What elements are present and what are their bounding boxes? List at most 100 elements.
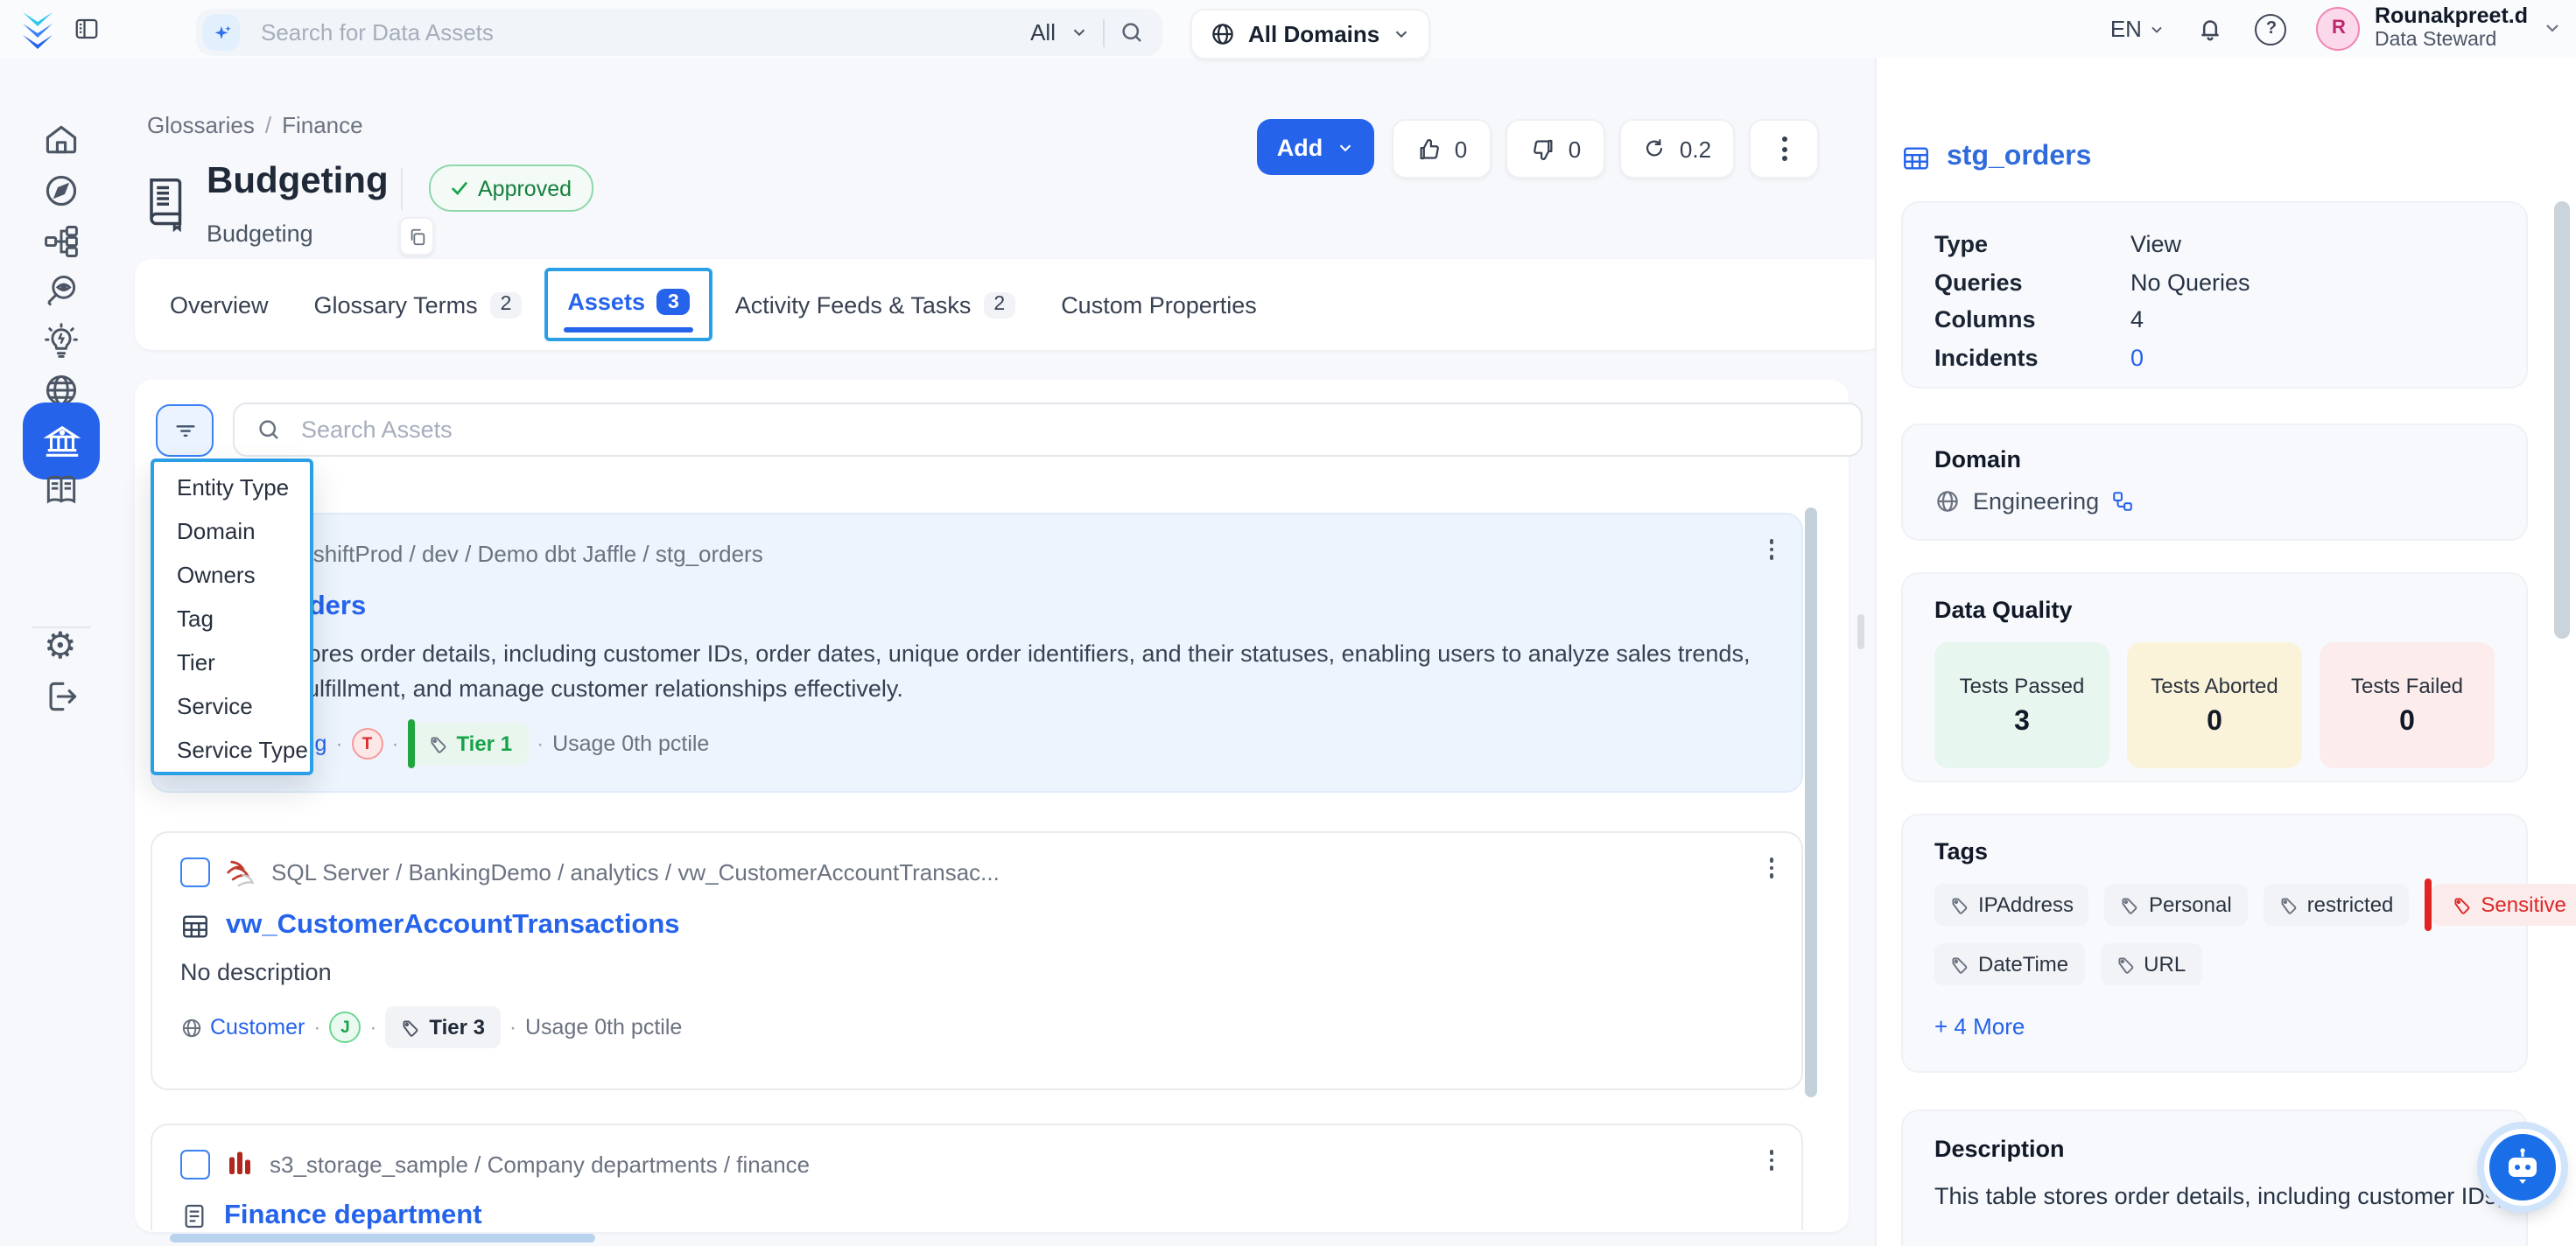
filter-option-service-type[interactable]: Service Type — [154, 728, 310, 772]
tab-count: 2 — [983, 291, 1015, 318]
filter-icon — [172, 418, 197, 443]
tests-passed-tile: Tests Passed3 — [1934, 642, 2109, 768]
tag-chip-ipaddress[interactable]: IPAddress — [1934, 884, 2089, 926]
app-logo[interactable] — [18, 10, 58, 49]
copy-icon — [407, 227, 426, 246]
tab-glossary-terms[interactable]: Glossary Terms2 — [314, 291, 523, 318]
copy-button[interactable] — [399, 217, 434, 256]
dislike-button[interactable]: 0 — [1506, 119, 1605, 178]
incidents-link[interactable]: 0 — [2130, 339, 2144, 376]
details-title-link[interactable]: stg_orders — [1947, 142, 2091, 173]
check-icon — [450, 178, 469, 198]
domain-value[interactable]: Engineering — [1973, 488, 2099, 514]
tests-aborted-tile: Tests Aborted0 — [2127, 642, 2302, 768]
breadcrumb-glossaries[interactable]: Glossaries — [147, 112, 255, 138]
filter-option-tier[interactable]: Tier — [154, 640, 310, 684]
asset-card-finance-department[interactable]: s3_storage_sample / Company departments … — [151, 1124, 1803, 1230]
info-label: Columns — [1934, 301, 2130, 339]
tab-overview[interactable]: Overview — [170, 291, 269, 318]
asset-card-vw-customeraccounttransactions[interactable]: SQL Server / BankingDemo / analytics / v… — [151, 831, 1803, 1090]
asset-domain-link[interactable]: Customer — [210, 1015, 305, 1040]
content-scrollbar[interactable] — [1857, 614, 1864, 649]
horizontal-scrollbar[interactable] — [170, 1234, 595, 1242]
tier-badge[interactable]: Tier 3 — [385, 1006, 501, 1048]
chatbot-button[interactable] — [2484, 1129, 2561, 1206]
asset-card-stg-orders[interactable]: RedshiftProd / dev / Demo dbt Jaffle / s… — [151, 513, 1803, 793]
owner-avatar[interactable]: T — [351, 728, 383, 760]
filter-button[interactable] — [156, 404, 214, 457]
asset-checkbox[interactable] — [180, 1149, 210, 1179]
add-button[interactable]: Add — [1257, 119, 1374, 175]
assets-scrollbar[interactable] — [1805, 508, 1817, 1097]
info-label: Queries — [1934, 263, 2130, 301]
asset-search-input[interactable] — [298, 415, 1840, 444]
help-icon[interactable]: ? — [2256, 13, 2287, 45]
asset-title-link[interactable]: vw_CustomerAccountTransactions — [226, 910, 680, 942]
tag-chip-personal[interactable]: Personal — [2105, 884, 2248, 926]
global-search-input[interactable] — [257, 18, 1030, 47]
user-menu[interactable]: R Rounakpreet.d Data Steward — [2317, 4, 2563, 55]
tab-assets[interactable]: Assets3 — [567, 289, 689, 315]
asset-search[interactable] — [233, 402, 1863, 457]
filter-option-owners[interactable]: Owners — [154, 553, 310, 597]
filter-option-tag[interactable]: Tag — [154, 597, 310, 640]
sidebar-item-lineage-icon[interactable] — [42, 221, 81, 260]
card-kebab-icon[interactable] — [1769, 1150, 1773, 1170]
owner-avatar[interactable]: J — [329, 1012, 361, 1043]
tag-chip-url[interactable]: URL — [2100, 943, 2201, 985]
user-role: Data Steward — [2375, 31, 2528, 55]
language-select[interactable]: EN — [2110, 16, 2166, 42]
notifications-bell-icon[interactable] — [2196, 14, 2226, 44]
tab-count: 3 — [657, 289, 690, 315]
window-scrollbar[interactable] — [2554, 201, 2570, 639]
description-text: This table stores order details, includi… — [1934, 1183, 2505, 1209]
card-kebab-icon[interactable] — [1769, 858, 1773, 878]
tab-assets-highlight: Assets3 — [544, 268, 712, 341]
status-badge[interactable]: Approved — [429, 164, 593, 212]
sidebar-toggle-icon[interactable] — [74, 16, 100, 42]
hierarchy-link-icon[interactable] — [2111, 490, 2134, 513]
tags-more-link[interactable]: + 4 More — [1934, 1013, 2495, 1040]
filter-option-domain[interactable]: Domain — [154, 509, 310, 553]
sidebar-item-governance-active[interactable] — [23, 402, 100, 480]
sidebar-item-glossary-icon[interactable] — [42, 471, 81, 509]
divider — [1103, 18, 1105, 46]
s3-storage-icon — [224, 1148, 256, 1180]
tag-chip-restricted[interactable]: restricted — [2264, 884, 2410, 926]
version-button[interactable]: 0.2 — [1619, 119, 1735, 178]
tag-icon — [401, 1018, 420, 1037]
chevron-down-icon — [1392, 24, 1411, 44]
sidebar-item-observability-icon[interactable] — [42, 270, 81, 309]
top-bar: All All Domains EN ? R Rounakp — [0, 0, 2576, 58]
sidebar-item-settings[interactable]: ⚙ — [44, 628, 77, 667]
sidebar-item-discover-icon[interactable] — [42, 172, 81, 210]
sidebar-item-insights-icon[interactable] — [42, 321, 81, 360]
tab-activity-feeds[interactable]: Activity Feeds & Tasks2 — [735, 291, 1015, 318]
asset-checkbox[interactable] — [180, 858, 210, 887]
search-icon[interactable] — [1119, 19, 1145, 46]
global-search[interactable]: All — [196, 9, 1162, 56]
all-domains-button[interactable]: All Domains — [1190, 9, 1430, 60]
card-kebab-icon[interactable] — [1769, 539, 1773, 559]
ai-sparkle-icon[interactable] — [203, 14, 240, 51]
glossary-book-icon — [138, 173, 191, 233]
tab-custom-properties[interactable]: Custom Properties — [1061, 291, 1257, 318]
filter-option-service[interactable]: Service — [154, 684, 310, 728]
search-scope-select[interactable]: All — [1030, 19, 1056, 46]
breadcrumb-finance[interactable]: Finance — [282, 112, 363, 138]
info-value: View — [2130, 226, 2181, 263]
gear-icon: ⚙ — [44, 626, 77, 667]
sidebar-item-home-icon[interactable] — [42, 121, 81, 159]
more-actions-button[interactable] — [1749, 119, 1819, 178]
tier-badge[interactable]: Tier 1 — [407, 723, 528, 765]
title-divider — [401, 168, 403, 210]
filter-option-entity-type[interactable]: Entity Type — [154, 466, 310, 509]
tag-chip-sensitive[interactable]: Sensitive — [2432, 884, 2576, 926]
avatar: R — [2317, 7, 2361, 51]
sidebar-item-logout-icon[interactable] — [42, 677, 81, 716]
details-tags-card: Tags IPAddress Personal restricted Sensi… — [1901, 814, 2528, 1073]
tag-chip-datetime[interactable]: DateTime — [1934, 943, 2084, 985]
asset-title-link[interactable]: Finance department — [224, 1200, 482, 1230]
like-button[interactable]: 0 — [1392, 119, 1492, 178]
table-icon — [1901, 143, 1931, 172]
